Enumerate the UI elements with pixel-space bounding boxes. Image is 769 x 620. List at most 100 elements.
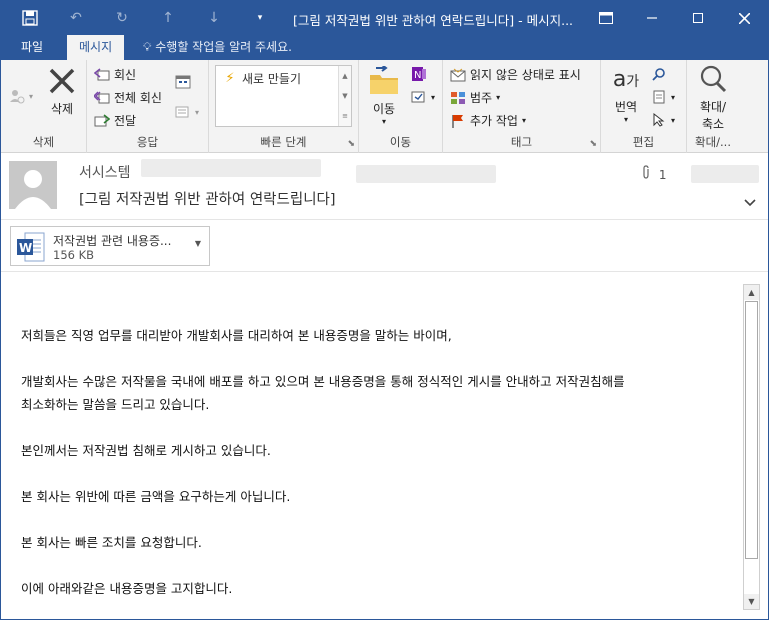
categorize-button[interactable]: 범주 ▾ xyxy=(450,89,500,106)
undo-icon[interactable]: ↶ xyxy=(65,7,87,29)
ribbon: ▾ 삭제 삭제 회신 전체 회신 전달 ▾ 응답 ⬊ 빠른 단계 ⚡︎ 새로 만… xyxy=(1,60,768,153)
quicksteps-gallery: ⚡︎ 새로 만들기 ▲ ▼ ≡ xyxy=(215,65,352,127)
save-icon[interactable] xyxy=(19,7,41,29)
group-quicksteps-label: 빠른 단계 xyxy=(260,135,307,149)
mark-unread-label: 읽지 않은 상태로 표시 xyxy=(470,68,581,82)
message-window: ↶ ↻ ↑ ↓ ▾ [그림 저작권법 위반 관하여 연락드립니다] - 메시지.… xyxy=(0,0,769,620)
body-paragraph: 저희들은 직영 업무를 대리받아 개발회사를 대리하여 본 내용증명을 말하는 … xyxy=(21,328,452,343)
flag-icon xyxy=(450,113,466,129)
tell-me-text: 수행할 작업을 알려 주세요. xyxy=(155,40,292,54)
ribbon-display-icon[interactable] xyxy=(583,1,629,35)
scroll-thumb[interactable] xyxy=(745,301,758,559)
onenote-icon: N xyxy=(411,66,427,82)
subject-line: [그림 저작권법 위반 관하여 연락드립니다] xyxy=(79,192,336,208)
reply-icon xyxy=(94,67,110,83)
move-label: 이동 xyxy=(372,102,396,116)
message-body: 저희들은 직영 업무를 대리받아 개발회사를 대리하여 본 내용증명을 말하는 … xyxy=(1,273,768,619)
expand-header-icon[interactable] xyxy=(744,196,756,210)
reply-label: 회신 xyxy=(114,68,137,82)
down-arrow-icon[interactable]: ↓ xyxy=(203,7,225,29)
select-button[interactable]: ▾ xyxy=(651,112,675,128)
related-button[interactable]: ▾ xyxy=(651,89,675,105)
categorize-label: 범주 xyxy=(470,91,493,105)
move-dropdown-icon: ▾ xyxy=(381,117,386,126)
actions-icon xyxy=(411,89,427,105)
zoom-label-line1: 확대/ xyxy=(699,100,727,114)
lightning-icon: ⚡︎ xyxy=(225,71,235,86)
attachment-size: 156 KB xyxy=(53,248,95,262)
mark-unread-button[interactable]: 읽지 않은 상태로 표시 xyxy=(450,66,581,83)
followup-label: 추가 작업 xyxy=(470,114,518,128)
attachment-bar: W 저작권법 관련 내용증... 156 KB ▼ xyxy=(1,220,768,272)
delete-button[interactable]: 삭제 xyxy=(43,66,81,117)
translate-icon: a가 xyxy=(612,67,640,92)
group-respond-label: 응답 xyxy=(136,135,159,149)
actions-button[interactable]: ▾ xyxy=(411,89,435,105)
forward-button[interactable]: 전달 xyxy=(94,112,136,129)
close-icon[interactable] xyxy=(721,1,767,35)
attachment-name: 저작권법 관련 내용증... xyxy=(53,234,172,248)
attachment-item[interactable]: W 저작권법 관련 내용증... 156 KB ▼ xyxy=(10,226,210,266)
group-move: 이동 ▾ N ▾ 이동 xyxy=(359,60,443,153)
find-button[interactable] xyxy=(651,66,667,82)
body-paragraph: 본 회사는 빠른 조치를 요청합니다. xyxy=(21,535,202,550)
attachment-count-value: 1 xyxy=(658,168,667,182)
scroll-up-icon[interactable]: ▲ xyxy=(744,285,759,300)
quickstep-new-label: 새로 만들기 xyxy=(242,72,302,86)
tab-file[interactable]: 파일 xyxy=(9,35,55,60)
reply-button[interactable]: 회신 xyxy=(94,66,136,83)
window-title: [그림 저작권법 위반 관하여 연락드립니다] - 메시지... xyxy=(293,13,574,28)
ribbon-tabs: 파일 메시지 💡︎ 수행할 작업을 알려 주세요. xyxy=(1,35,768,60)
group-delete-label: 삭제 xyxy=(32,135,55,149)
reply-all-label: 전체 회신 xyxy=(114,91,162,105)
cursor-icon xyxy=(651,112,667,128)
lightbulb-icon: 💡︎ xyxy=(143,40,152,54)
search-icon xyxy=(651,66,667,82)
message-header: 서시스템 [그림 저작권법 위반 관하여 연락드립니다] 1 xyxy=(1,153,768,220)
more-respond-button[interactable]: ▾ xyxy=(175,104,199,120)
more-respond-icon xyxy=(175,104,191,120)
title-bar: ↶ ↻ ↑ ↓ ▾ [그림 저작권법 위반 관하여 연락드립니다] - 메시지.… xyxy=(1,1,768,35)
body-paragraph: 개발회사는 수많은 저작물을 국내에 배포를 하고 있으며 본 내용증명을 통해… xyxy=(21,374,625,389)
redo-icon[interactable]: ↻ xyxy=(111,7,133,29)
svg-text:W: W xyxy=(19,241,32,255)
tell-me-box[interactable]: 💡︎ 수행할 작업을 알려 주세요. xyxy=(143,35,292,60)
quicksteps-scroll[interactable]: ▲ ▼ ≡ xyxy=(338,66,351,126)
move-folder-icon xyxy=(365,64,403,98)
avatar[interactable] xyxy=(9,161,57,209)
followup-button[interactable]: 추가 작업 ▾ xyxy=(450,112,526,129)
categorize-icon xyxy=(450,90,466,106)
up-arrow-icon[interactable]: ↑ xyxy=(157,7,179,29)
onenote-button[interactable]: N xyxy=(411,66,427,82)
scroll-down-icon[interactable]: ▼ xyxy=(744,594,759,609)
customize-qat-icon[interactable]: ▾ xyxy=(249,7,271,29)
meeting-reply-button[interactable] xyxy=(175,74,191,90)
redacted-recipient xyxy=(356,165,496,183)
delete-label: 삭제 xyxy=(50,102,74,116)
attachment-dropdown-icon[interactable]: ▼ xyxy=(195,239,201,248)
group-tags-label: 태그 xyxy=(510,135,533,149)
document-icon xyxy=(651,89,667,105)
group-editing-label: 편집 xyxy=(632,135,655,149)
translate-button[interactable]: a가 번역 ▾ xyxy=(607,64,645,124)
tab-message[interactable]: 메시지 xyxy=(67,35,125,60)
forward-icon xyxy=(94,113,110,129)
group-move-label: 이동 xyxy=(389,135,412,149)
word-document-icon: W xyxy=(17,232,45,262)
sender-name[interactable]: 서시스템 xyxy=(79,162,131,182)
redacted-date xyxy=(691,165,759,183)
maximize-icon[interactable] xyxy=(675,1,721,35)
group-zoom: 확대/ 축소 확대/... xyxy=(687,60,739,153)
body-paragraph: 최소화하는 말씀을 드리고 있습니다. xyxy=(21,397,210,412)
move-button[interactable]: 이동 ▾ xyxy=(365,64,403,126)
body-paragraph: 본인께서는 저작권법 침해로 게시하고 있습니다. xyxy=(21,443,271,458)
ignore-button[interactable]: ▾ xyxy=(9,88,33,104)
envelope-icon xyxy=(450,67,466,83)
meeting-icon xyxy=(175,74,191,90)
translate-label: 번역 xyxy=(614,100,638,114)
reply-all-button[interactable]: 전체 회신 xyxy=(94,89,162,106)
minimize-icon[interactable] xyxy=(629,1,675,35)
quickstep-new[interactable]: ⚡︎ 새로 만들기 xyxy=(222,70,301,87)
zoom-button[interactable]: 확대/ 축소 xyxy=(691,64,735,132)
vertical-scrollbar[interactable]: ▲ ▼ xyxy=(743,284,760,610)
